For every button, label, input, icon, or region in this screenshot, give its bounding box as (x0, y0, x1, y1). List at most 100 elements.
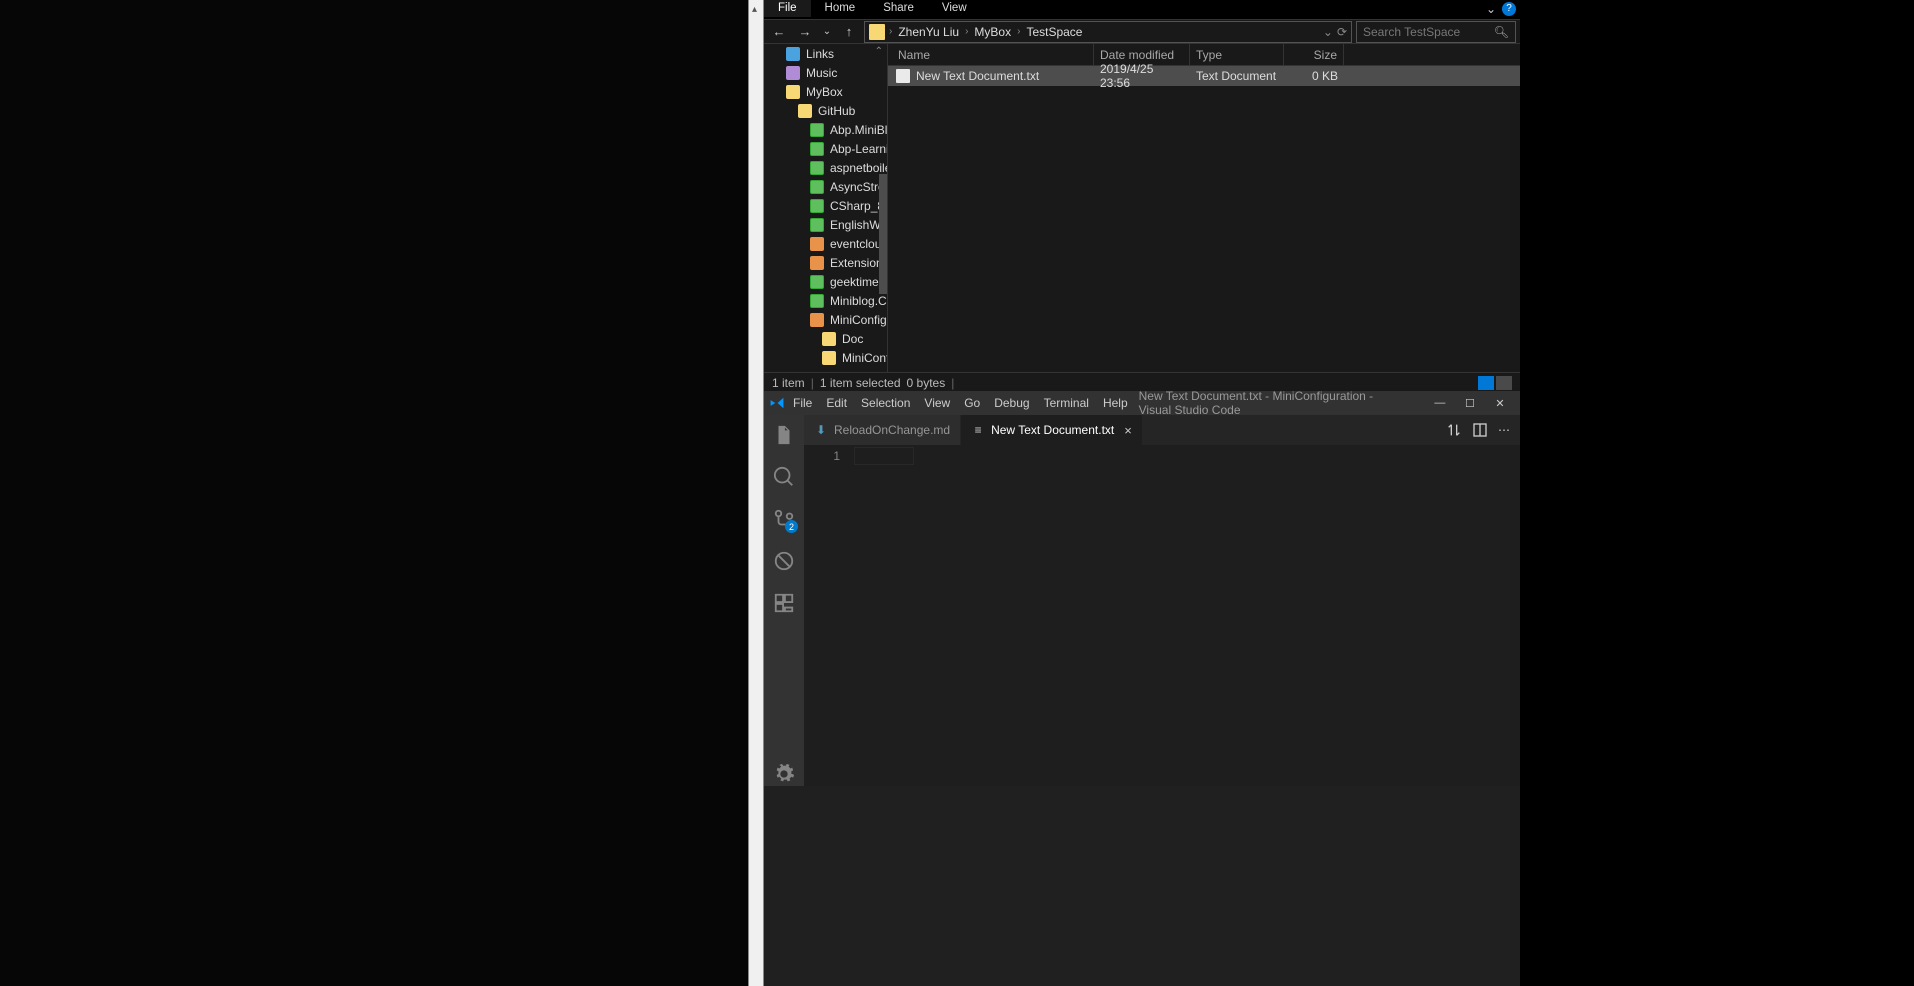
menu-file[interactable]: File (786, 391, 819, 415)
breadcrumb-item[interactable]: ZhenYu Liu (896, 25, 961, 39)
editor-tab-active[interactable]: ≡ New Text Document.txt × (961, 415, 1143, 445)
tree-item[interactable]: Abp.MiniBlog (764, 120, 887, 139)
nav-forward-button[interactable]: → (794, 21, 816, 43)
scm-badge: 2 (785, 520, 798, 533)
orange-folder-icon (810, 256, 824, 270)
settings-gear-icon[interactable] (772, 762, 796, 786)
menu-debug[interactable]: Debug (987, 391, 1036, 415)
source-control-icon[interactable]: 2 (772, 507, 796, 531)
blue-folder-icon (786, 47, 800, 61)
breadcrumb-separator-icon[interactable]: › (887, 26, 894, 37)
tree-item[interactable]: EnglishWords (764, 215, 887, 234)
file-row-selected[interactable]: New Text Document.txt 2019/4/25 23:56 Te… (888, 66, 1520, 86)
nav-back-button[interactable]: ← (768, 21, 790, 43)
tree-item-label: Music (806, 66, 837, 80)
search-icon[interactable] (772, 465, 796, 489)
left-blank-area (0, 0, 748, 986)
file-date: 2019/4/25 23:56 (1094, 62, 1190, 90)
folder-tree-panel[interactable]: ⌃ Links Music MyBoxGitHubAbp.MiniBlogAbp-L… (764, 44, 888, 372)
breadcrumb-separator-icon[interactable]: › (1015, 26, 1022, 37)
thumbnails-view-icon[interactable] (1496, 376, 1512, 390)
column-header-type[interactable]: Type (1190, 44, 1284, 65)
search-icon[interactable]: 🔍︎ (1494, 25, 1509, 39)
nav-up-button[interactable]: ↑ (838, 21, 860, 43)
scrollbar-up-arrow-icon[interactable]: ▴ (752, 4, 757, 15)
tree-scrollbar-thumb[interactable] (879, 174, 887, 294)
address-bar[interactable]: › ZhenYu Liu › MyBox › TestSpace ⌄ ⟳ (864, 21, 1352, 43)
editor-tab[interactable]: ⬇ ReloadOnChange.md (804, 415, 961, 445)
refresh-icon[interactable]: ⟳ (1337, 25, 1347, 39)
tab-close-icon[interactable]: × (1120, 423, 1132, 438)
file-list-panel[interactable]: Name Date modified Type Size New Text Do… (888, 44, 1520, 372)
breadcrumb-item[interactable]: MyBox (972, 25, 1013, 39)
split-editor-icon[interactable] (1472, 422, 1488, 438)
breadcrumb-separator-icon[interactable]: › (963, 26, 970, 37)
tree-item[interactable]: Miniblog.Cor (764, 291, 887, 310)
tree-collapse-icon[interactable]: ⌃ (875, 46, 883, 57)
vscode-window: FileEditSelectionViewGoDebugTerminalHelp… (764, 391, 1520, 786)
explorer-icon[interactable] (772, 423, 796, 447)
tree-item[interactable]: Extensions (764, 253, 887, 272)
extensions-icon[interactable] (772, 591, 796, 615)
column-headers: Name Date modified Type Size (888, 44, 1520, 66)
details-view-icon[interactable] (1478, 376, 1494, 390)
view-mode-toggle[interactable] (1478, 376, 1512, 390)
git-folder-icon (810, 218, 824, 232)
tree-item[interactable]: MiniConfig (764, 348, 887, 367)
menu-help[interactable]: Help (1096, 391, 1135, 415)
ribbon-tab-view[interactable]: View (928, 0, 981, 17)
tree-item[interactable]: Music (764, 63, 887, 82)
search-input[interactable]: Search TestSpace 🔍︎ (1356, 21, 1516, 43)
ribbon-tab-home[interactable]: Home (811, 0, 870, 17)
git-folder-icon (810, 199, 824, 213)
markdown-file-icon: ⬇ (814, 423, 828, 437)
tree-item[interactable]: aspnetboilerp (764, 158, 887, 177)
tree-item[interactable]: GitHub (764, 101, 887, 120)
tree-item[interactable]: Links (764, 44, 887, 63)
folder-folder-icon (798, 104, 812, 118)
address-dropdown-icon[interactable]: ⌄ (1323, 25, 1333, 39)
minimize-button[interactable]: — (1426, 391, 1454, 415)
tree-item-label: Doc (842, 332, 863, 346)
tree-item[interactable]: MiniConfigur (764, 310, 887, 329)
vertical-scrollbar-strip[interactable]: ▴ (748, 0, 764, 986)
file-explorer-window: File Home Share View ⌄ ? ← → ⌄ ↑ › ZhenY… (764, 0, 1520, 391)
close-button[interactable]: ✕ (1486, 391, 1514, 415)
ribbon-collapse-icon[interactable]: ⌄ (1486, 2, 1496, 16)
tree-item[interactable]: Abp-Learning (764, 139, 887, 158)
tree-item[interactable]: CSharp_8_Asy (764, 196, 887, 215)
activity-bar: 2 (764, 415, 804, 786)
nav-history-dropdown[interactable]: ⌄ (820, 21, 834, 43)
menu-terminal[interactable]: Terminal (1037, 391, 1096, 415)
help-icon[interactable]: ? (1502, 2, 1516, 16)
column-header-name[interactable]: Name (888, 44, 1094, 65)
debug-icon[interactable] (772, 549, 796, 573)
ribbon-tab-share[interactable]: Share (869, 0, 928, 17)
more-actions-icon[interactable]: ⋯ (1498, 423, 1510, 437)
menu-view[interactable]: View (917, 391, 957, 415)
text-file-icon (896, 69, 910, 83)
status-item-count: 1 item (772, 376, 805, 390)
orange-folder-icon (810, 313, 824, 327)
menu-go[interactable]: Go (957, 391, 987, 415)
status-bytes: 0 bytes (907, 376, 946, 390)
editor-text-area[interactable] (854, 445, 1520, 786)
breadcrumb-item[interactable]: TestSpace (1024, 25, 1084, 39)
tree-item-label: MiniConfig (842, 351, 887, 365)
tree-item[interactable]: geektime-spr (764, 272, 887, 291)
column-header-size[interactable]: Size (1284, 44, 1344, 65)
git-folder-icon (810, 294, 824, 308)
ribbon-tab-file[interactable]: File (764, 0, 811, 17)
menu-selection[interactable]: Selection (854, 391, 917, 415)
compare-icon[interactable] (1446, 422, 1462, 438)
tree-item[interactable]: AsyncStream (764, 177, 887, 196)
menu-edit[interactable]: Edit (819, 391, 854, 415)
folder-icon (869, 24, 885, 40)
tree-item[interactable]: eventcloud (764, 234, 887, 253)
tree-item[interactable]: Doc (764, 329, 887, 348)
tree-item[interactable]: MyBox (764, 82, 887, 101)
text-editor[interactable]: 1 (804, 445, 1520, 786)
text-file-icon: ≡ (971, 423, 985, 437)
maximize-button[interactable]: ☐ (1456, 391, 1484, 415)
current-line-highlight (854, 447, 914, 465)
